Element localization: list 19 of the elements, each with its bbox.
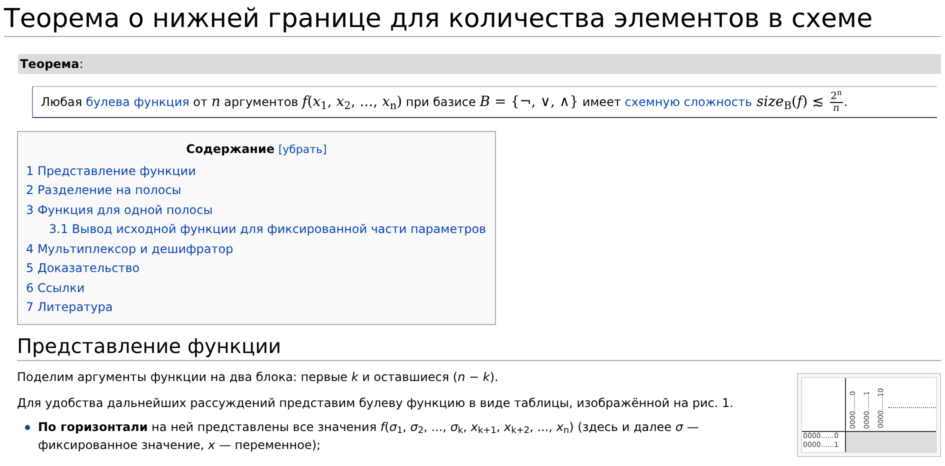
- theorem-label: Теорема:: [20, 57, 84, 71]
- bullet-icon: [25, 424, 30, 430]
- toc-title: Содержание: [186, 142, 275, 156]
- toc-toggle-link[interactable]: [убрать]: [278, 143, 327, 156]
- toc-link[interactable]: 3 Функция для одной полосы: [26, 200, 487, 220]
- page-title: Теорема о нижней границе для количества элементов в схеме: [4, 0, 941, 37]
- link[interactable]: схемную сложность: [624, 95, 752, 109]
- toc-link[interactable]: 5 Доказательство: [26, 259, 487, 278]
- toc-link[interactable]: 4 Мультиплексор и дешифратор: [26, 240, 487, 259]
- toc-link[interactable]: 7 Литература: [26, 298, 487, 318]
- toc-link[interactable]: 1 Представление функции: [26, 162, 487, 181]
- paragraph: Для удобства дальнейших рассуждений представим булеву функцию в виде таблицы, изображённой на рис. 1.: [17, 394, 734, 412]
- link[interactable]: булева функция: [86, 95, 190, 109]
- toc-link[interactable]: 2 Разделение на полосы: [26, 181, 487, 200]
- paragraph: Поделим аргументы функции на два блока: первые k и оставшиеся (n − k).: [17, 368, 500, 386]
- toc-link[interactable]: 3.1 Вывод исходной функции для фиксированной части параметров: [26, 220, 487, 240]
- toc-link[interactable]: 6 Ссылки: [26, 278, 487, 298]
- section-heading: Представление функции: [17, 332, 941, 360]
- bullet-text: По горизонтали на ней представлены все значения f(σ$_{1}$, σ$_{2}$, ..., σ$_{k}$, x$_{k+1}$, x$_{k+2}$, ..., x$_{n}$) (здесь и далее σ — фиксированное значение, x — переменное);: [38, 418, 700, 454]
